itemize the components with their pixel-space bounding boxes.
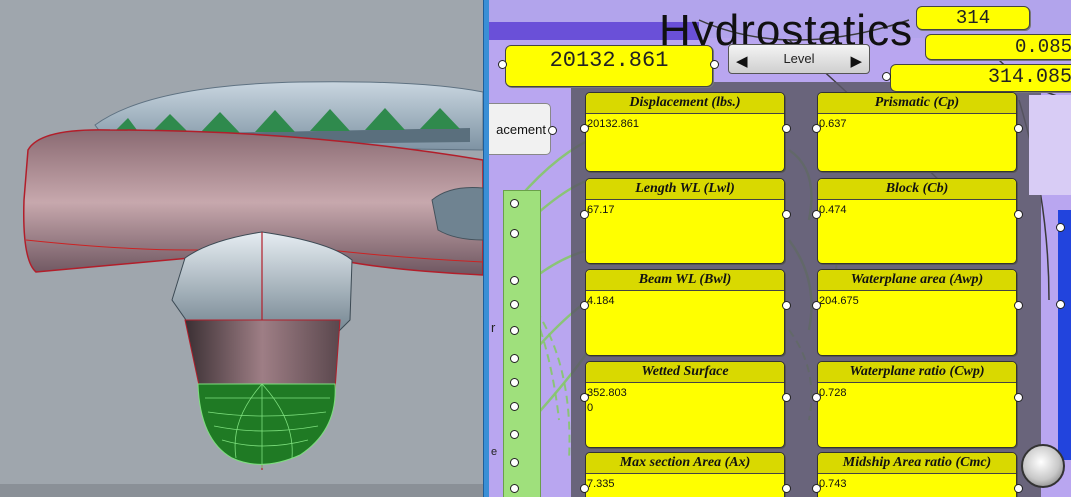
displacement-button-label: acement xyxy=(496,122,546,137)
input-port-10[interactable] xyxy=(510,458,519,467)
result-panel-title: Max section Area (Ax) xyxy=(586,453,784,474)
rhino-viewport[interactable] xyxy=(0,0,483,497)
result-panel-title: Length WL (Lwl) xyxy=(586,179,784,200)
result-panel-input-port[interactable] xyxy=(580,301,589,310)
result-value: 20132.861 xyxy=(587,118,639,130)
result-panel-values: 20132.861 xyxy=(586,114,784,132)
result-panel-values: 204.675 xyxy=(818,291,1016,309)
button-output-port[interactable] xyxy=(548,126,557,135)
result-value: 0.637 xyxy=(819,118,847,130)
result-panel-title: Block (Cb) xyxy=(818,179,1016,200)
result-panel[interactable]: Beam WL (Bwl) 4.184 xyxy=(585,269,785,356)
result-panel-title: Prismatic (Cp) xyxy=(818,93,1016,114)
result-panel-values: 0.728 xyxy=(818,383,1016,401)
result-value: 67.17 xyxy=(587,204,615,216)
result-panel-title: Wetted Surface xyxy=(586,362,784,383)
result-panel-output-port[interactable] xyxy=(1014,484,1023,493)
green-component-letter-2: e xyxy=(491,446,498,458)
result-panel-values: 67.17 xyxy=(586,200,784,218)
result-value: 0.728 xyxy=(819,387,847,399)
result-panel[interactable]: Block (Cb) 0.474 xyxy=(817,178,1017,264)
input-port-11[interactable] xyxy=(510,484,519,493)
top-panel-2[interactable]: 0.085 xyxy=(925,34,1071,60)
result-panel-output-port[interactable] xyxy=(782,124,791,133)
result-panel-title: Displacement (lbs.) xyxy=(586,93,784,114)
result-panel-output-port[interactable] xyxy=(1014,393,1023,402)
input-port-4[interactable] xyxy=(510,300,519,309)
input-port-3[interactable] xyxy=(510,276,519,285)
result-panel-input-port[interactable] xyxy=(580,124,589,133)
result-panel-input-port[interactable] xyxy=(812,124,821,133)
result-panel-output-port[interactable] xyxy=(1014,301,1023,310)
input-port-6[interactable] xyxy=(510,354,519,363)
input-port-8[interactable] xyxy=(510,402,519,411)
result-value: 4.184 xyxy=(587,295,615,307)
result-panel-input-port[interactable] xyxy=(580,210,589,219)
result-value: 0 xyxy=(587,402,594,414)
hull-render xyxy=(0,0,483,497)
top-panel-3[interactable]: 314.085 xyxy=(890,64,1071,92)
result-panel-title: Waterplane area (Awp) xyxy=(818,270,1016,291)
result-panel-input-port[interactable] xyxy=(812,484,821,493)
result-value: 7.335 xyxy=(587,478,615,490)
result-panel-title: Beam WL (Bwl) xyxy=(586,270,784,291)
input-port-9[interactable] xyxy=(510,430,519,439)
result-panel-output-port[interactable] xyxy=(782,210,791,219)
result-panel-output-port[interactable] xyxy=(1014,124,1023,133)
result-panel-input-port[interactable] xyxy=(580,393,589,402)
result-value: 0.474 xyxy=(819,204,847,216)
level-left-arrow-icon[interactable]: ◀ xyxy=(736,48,748,76)
result-panel[interactable]: Wetted Surface 352.803 0 xyxy=(585,361,785,448)
result-panel[interactable]: Length WL (Lwl) 67.17 xyxy=(585,178,785,264)
result-panel[interactable]: Displacement (lbs.) 20132.861 xyxy=(585,92,785,172)
result-panel[interactable]: Midship Area ratio (Cmc) 0.743 xyxy=(817,452,1017,497)
result-panel-title: Waterplane ratio (Cwp) xyxy=(818,362,1016,383)
result-panel-output-port[interactable] xyxy=(782,301,791,310)
top-panel-1[interactable]: 314 xyxy=(916,6,1030,30)
displacement-input-panel[interactable]: 20132.861 xyxy=(505,45,713,87)
green-component-letter: r xyxy=(491,320,496,335)
green-component xyxy=(503,190,541,497)
result-panel-values: 352.803 0 xyxy=(586,383,784,416)
result-panel[interactable]: Max section Area (Ax) 7.335 xyxy=(585,452,785,497)
input-port-5[interactable] xyxy=(510,326,519,335)
displacement-output-port[interactable] xyxy=(710,60,719,69)
blue-port-1[interactable] xyxy=(1056,223,1065,232)
result-panel-values: 7.335 xyxy=(586,474,784,492)
blue-component-edge xyxy=(1058,210,1071,460)
input-port-7[interactable] xyxy=(510,378,519,387)
displacement-input-port[interactable] xyxy=(498,60,507,69)
result-panel-output-port[interactable] xyxy=(782,484,791,493)
canvas-round-button[interactable] xyxy=(1021,444,1065,488)
result-panel-values: 0.474 xyxy=(818,200,1016,218)
result-panel-output-port[interactable] xyxy=(1014,210,1023,219)
result-panel-output-port[interactable] xyxy=(782,393,791,402)
result-panel[interactable]: Waterplane area (Awp) 204.675 xyxy=(817,269,1017,356)
level-slider-label: Level xyxy=(783,51,815,66)
blue-port-2[interactable] xyxy=(1056,300,1065,309)
result-panel[interactable]: Waterplane ratio (Cwp) 0.728 xyxy=(817,361,1017,448)
result-panel-input-port[interactable] xyxy=(812,393,821,402)
result-value: 352.803 xyxy=(587,387,627,399)
result-value: 204.675 xyxy=(819,295,859,307)
result-panel-input-port[interactable] xyxy=(812,210,821,219)
level-right-arrow-icon[interactable]: ▶ xyxy=(850,48,862,76)
level-slider[interactable]: ◀ Level ▶ xyxy=(728,44,870,74)
top-panel-input-port[interactable] xyxy=(882,72,891,81)
result-panel[interactable]: Prismatic (Cp) 0.637 xyxy=(817,92,1017,172)
result-panel-title: Midship Area ratio (Cmc) xyxy=(818,453,1016,474)
result-value: 0.743 xyxy=(819,478,847,490)
input-port-2[interactable] xyxy=(510,229,519,238)
result-panel-values: 0.637 xyxy=(818,114,1016,132)
displacement-button[interactable]: acement xyxy=(489,103,551,155)
result-panel-input-port[interactable] xyxy=(580,484,589,493)
input-port-1[interactable] xyxy=(510,199,519,208)
result-panel-values: 4.184 xyxy=(586,291,784,309)
grasshopper-canvas[interactable]: acement r e Hydrostatics 314 0.085 314.0… xyxy=(489,0,1071,497)
result-panel-input-port[interactable] xyxy=(812,301,821,310)
result-panel-values: 0.743 xyxy=(818,474,1016,492)
